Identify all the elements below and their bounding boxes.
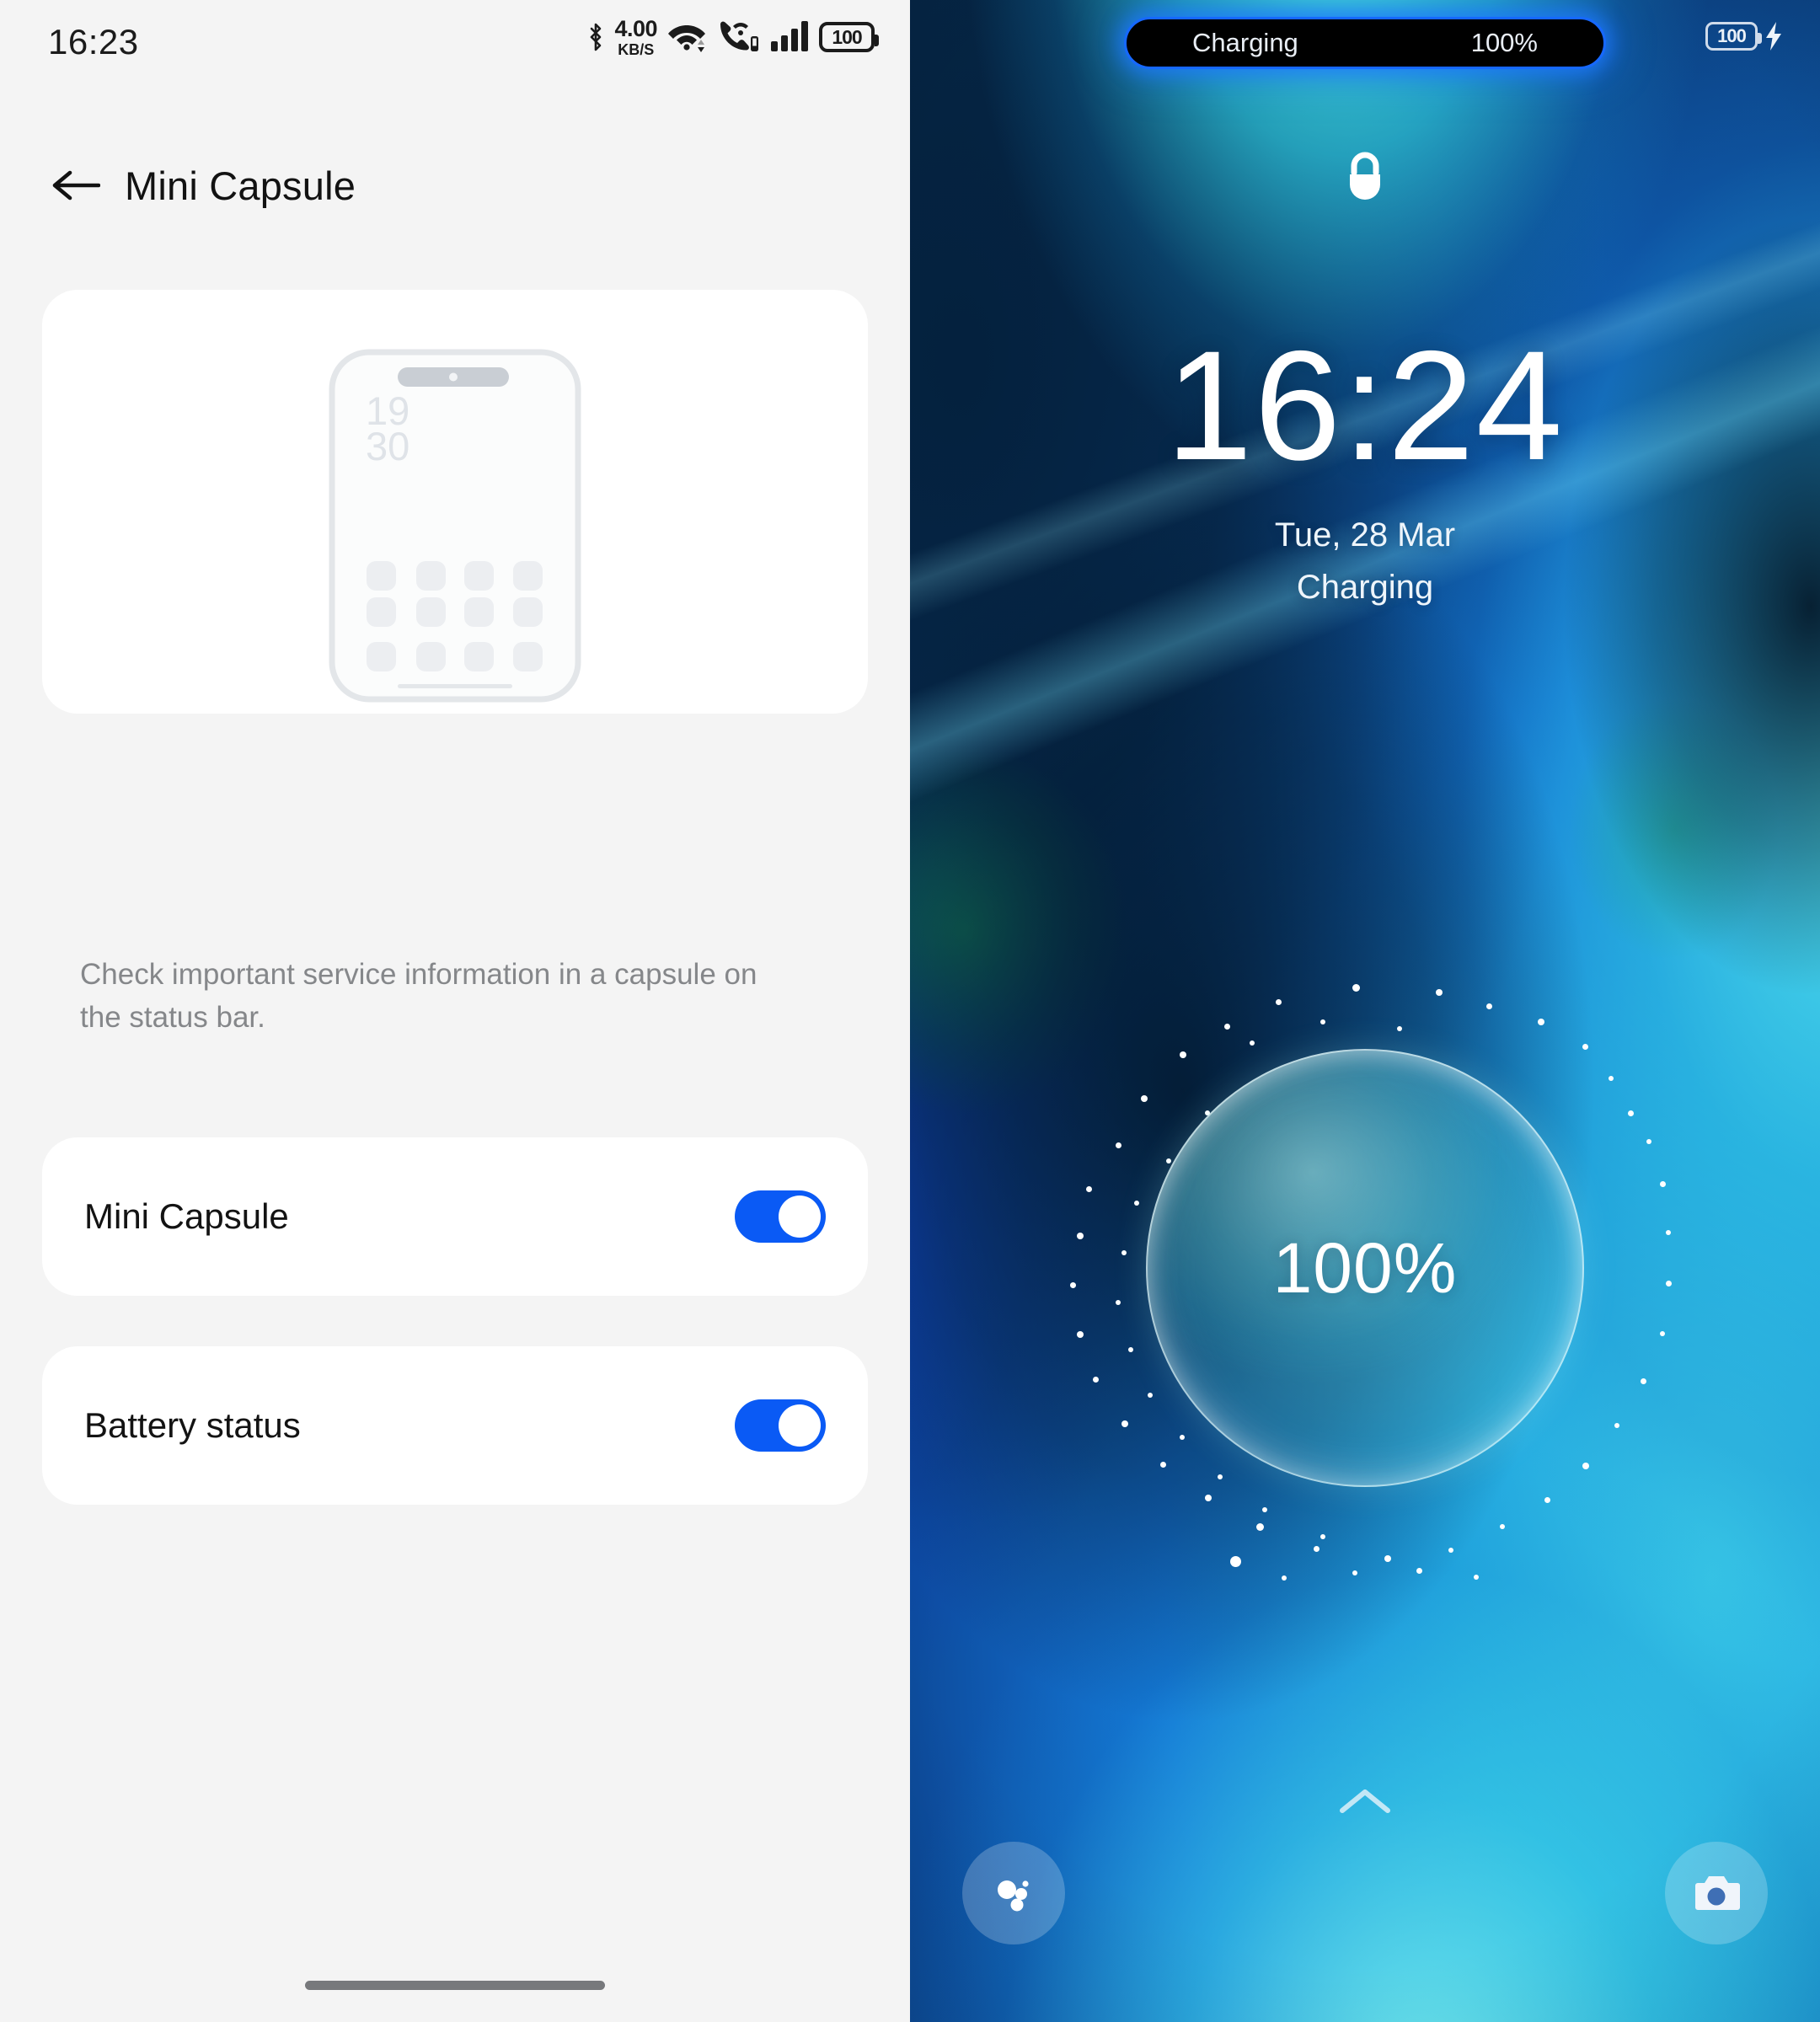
setting-row-label: Mini Capsule [84, 1196, 289, 1236]
lockscreen-date: Tue, 28 Mar [1274, 516, 1456, 554]
settings-screen: 16:23 4.00 KB/S 100 Mini Capsule 19 30 C… [0, 0, 910, 2022]
capsule-label: Charging [1192, 28, 1298, 57]
back-arrow-icon [52, 170, 100, 201]
page-title: Mini Capsule [125, 163, 356, 208]
setting-row-label: Battery status [84, 1405, 301, 1445]
orb-percent-text: 100% [1272, 1228, 1458, 1308]
signal-bars-icon [769, 19, 810, 56]
volte-call-icon [716, 18, 760, 57]
lock-icon [1339, 147, 1391, 214]
battery-level-text: 100 [832, 25, 862, 48]
charging-bolt-icon [1766, 22, 1781, 51]
camera-shortcut[interactable] [1665, 1842, 1768, 1944]
wifi-icon [666, 18, 707, 57]
lock-screen: Charging 100% 100 16:24 Tue, 28 Mar Char… [910, 0, 1820, 2022]
lockscreen-battery-indicator: 100 [1705, 20, 1785, 52]
network-speed-value: 4.00 [614, 15, 657, 41]
status-bar-icons: 4.00 KB/S 100 [586, 15, 879, 59]
assistant-shortcut[interactable] [962, 1842, 1065, 1944]
lockscreen-clock: 16:24 [1165, 319, 1565, 493]
status-bar: 16:23 4.00 KB/S 100 [0, 0, 910, 72]
status-bar-clock: 16:23 [48, 22, 139, 62]
capsule-value: 100% [1470, 28, 1538, 57]
battery-status-toggle[interactable] [735, 1399, 826, 1452]
network-speed-indicator: 4.00 KB/S [614, 15, 657, 58]
network-speed-unit: KB/S [618, 40, 655, 58]
bluetooth-icon [586, 20, 605, 54]
setting-row-mini-capsule[interactable]: Mini Capsule [42, 1137, 868, 1296]
battery-icon: 100 [1705, 22, 1762, 51]
setting-row-battery-status[interactable]: Battery status [42, 1346, 868, 1505]
toggle-knob [779, 1196, 821, 1238]
description-text: Check important service information in a… [80, 958, 757, 1034]
svg-text:30: 30 [366, 424, 410, 468]
toggle-knob [779, 1404, 821, 1447]
wallpaper [910, 0, 1820, 2022]
home-indicator-bar[interactable] [305, 1981, 605, 1990]
lockscreen-charge-status: Charging [1296, 569, 1434, 606]
battery-level-text: 100 [1717, 25, 1747, 46]
phone-preview-illustration: 19 30 [329, 349, 581, 703]
illustration-card: 19 30 [42, 290, 868, 714]
dual-screenshot-container: 16:23 4.00 KB/S 100 Mini Capsule 19 30 C… [0, 0, 1820, 2022]
mini-capsule[interactable]: Charging 100% [1124, 17, 1606, 69]
chevron-up-icon[interactable] [1339, 1787, 1391, 1820]
camera-icon [1695, 1876, 1740, 1910]
mini-capsule-toggle[interactable] [735, 1190, 826, 1243]
battery-icon: 100 [819, 22, 879, 52]
back-button[interactable] [46, 155, 106, 216]
page-header: Mini Capsule [0, 139, 910, 232]
assistant-bubbles-icon [998, 1880, 1029, 1912]
wallpaper-layer-vignette [910, 0, 1820, 2022]
battery-orb: 100% [1146, 1049, 1584, 1487]
